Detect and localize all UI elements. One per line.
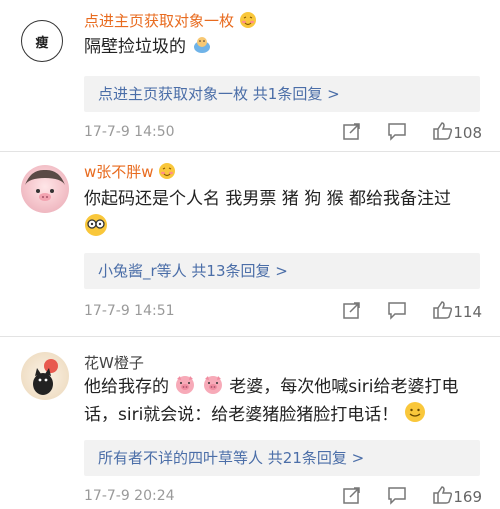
reply-summary-text: 点进主页获取对象一枚 共1条回复 > [98,85,340,103]
avatar[interactable] [21,165,69,213]
comment-text-content: 隔壁捡垃圾的 [84,37,186,57]
pig-emoji-icon [194,37,211,53]
comment-icon[interactable] [386,300,408,320]
reply-summary-text: 小兔酱_r等人 共13条回复 > [98,262,288,280]
username[interactable]: 花W橙子 [84,352,144,373]
like-icon[interactable] [432,300,454,320]
pig-emoji-icon [203,376,222,394]
reply-summary[interactable]: 点进主页获取对象一枚 共1条回复 > [84,76,480,112]
avatar-cat-icon [33,359,58,395]
username-text: 花W橙子 [84,354,144,372]
comment-meta: 17-7-9 20:24 169 [84,485,482,509]
username-text: 点进主页获取对象一枚 [84,12,235,30]
pig-emoji-icon [176,376,195,394]
username-text: w张不胖w [84,163,154,181]
comment-text: 隔壁捡垃圾的 [84,34,480,61]
comment-text: 你起码还是个人名 我男票 猪 狗 猴 都给我备注过 [84,186,480,243]
like-icon[interactable] [432,121,454,141]
reply-summary[interactable]: 所有者不详的四叶草等人 共21条回复 > [84,440,480,476]
smile-emoji-icon [404,402,425,422]
divider [0,336,500,337]
like-icon[interactable] [432,485,454,505]
comment-meta: 17-7-9 14:51 114 [84,300,482,324]
share-icon[interactable] [342,300,362,320]
comment-text-part: 他给我存的 [84,377,169,397]
comment-icon[interactable] [386,485,408,505]
like-count: 108 [453,124,482,142]
avatar-face-icon [25,169,65,201]
share-icon[interactable] [342,485,362,505]
share-icon[interactable] [342,121,362,141]
comment-text-part: 话，siri就会说：给老婆猪脸猪脸打电话！ [84,405,399,425]
username[interactable]: w张不胖w [84,161,176,182]
avatar[interactable]: 瘦 [21,20,63,62]
comment-text-part: 老婆，每次他喊siri给老婆打电 [229,377,459,397]
reply-summary[interactable]: 小兔酱_r等人 共13条回复 > [84,253,480,289]
comment-text-content: 你起码还是个人名 我男票 猪 狗 猴 都给我备注过 [84,189,452,209]
avatar-text: 瘦 [35,35,49,51]
blush-emoji-icon [239,12,256,28]
avatar[interactable] [21,352,69,400]
timestamp: 17-7-9 14:51 [84,303,175,319]
blush-emoji-icon [159,163,176,179]
comment-meta: 17-7-9 14:50 108 [84,121,482,145]
comment-text: 他给我存的 老婆，每次他喊siri给老婆打电 话，siri就会说：给老婆猪脸猪脸… [84,374,480,429]
username[interactable]: 点进主页获取对象一枚 [84,10,257,31]
timestamp: 17-7-9 14:50 [84,124,175,140]
like-count: 169 [453,488,482,506]
like-count: 114 [453,303,482,321]
glasses-emoji-icon [85,214,107,236]
reply-summary-text: 所有者不详的四叶草等人 共21条回复 > [98,449,365,467]
comment-icon[interactable] [386,121,408,141]
divider [0,151,500,152]
timestamp: 17-7-9 20:24 [84,488,175,504]
